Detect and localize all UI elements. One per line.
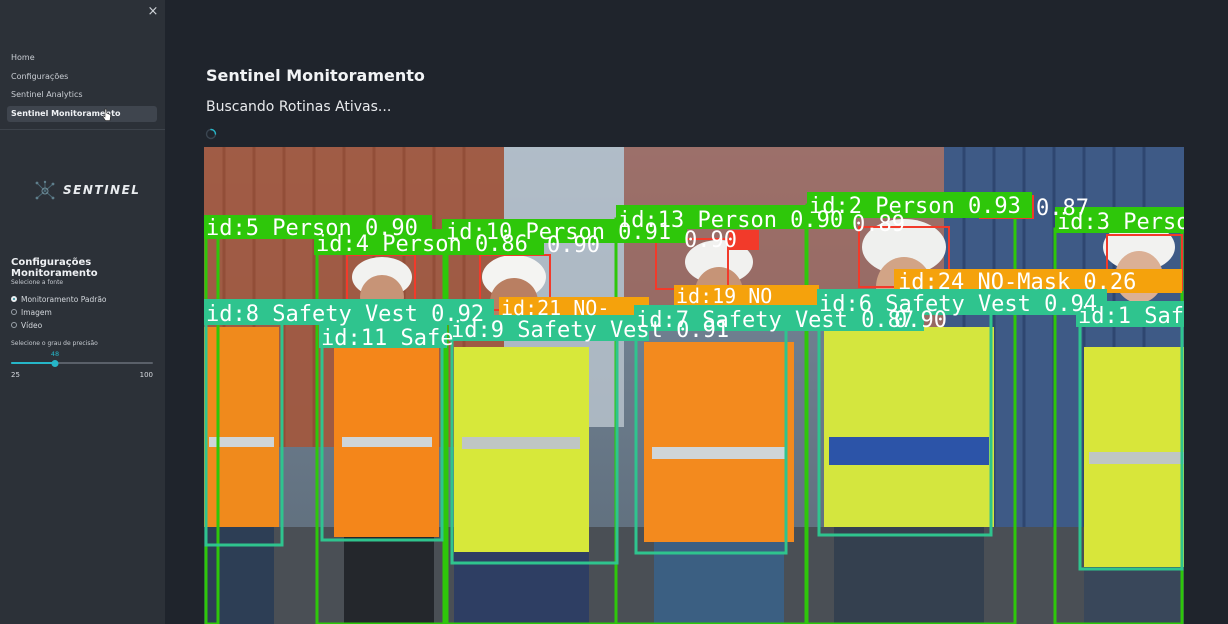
- mouse-pointer-icon: [102, 108, 111, 121]
- label-score-5: 0.90: [894, 308, 947, 333]
- sidebar-nav: Home Configurações Sentinel Analytics Se…: [7, 50, 157, 124]
- slider-value: 48: [50, 350, 60, 358]
- source-label: Selecione a fonte: [11, 279, 64, 286]
- page-title: Sentinel Monitoramento: [206, 66, 425, 85]
- status-text: Buscando Rotinas Ativas...: [206, 99, 392, 115]
- label-score-1: 0.90: [547, 233, 600, 258]
- label-id11-vest: id:11 Safe: [321, 326, 453, 351]
- radio-dot[interactable]: [11, 322, 17, 328]
- detection-frame: id:5 Person 0.90 id:10 Person 0.91 id:13…: [204, 147, 1184, 624]
- sentinel-logo: SENTINEL: [34, 180, 144, 202]
- label-id19-no: id:19 NO: [676, 284, 772, 308]
- worker-5: [204, 327, 279, 624]
- network-nodes-icon: [35, 180, 55, 200]
- nav-item-configuracoes[interactable]: Configurações: [7, 69, 157, 85]
- slider-max-label: 100: [139, 371, 153, 379]
- label-id21-no: id:21 NO-: [501, 296, 609, 320]
- radio-dot[interactable]: [11, 296, 17, 302]
- precision-label: Selecione o grau de precisão: [11, 340, 98, 347]
- radio-video[interactable]: Vídeo: [11, 320, 107, 333]
- slider-min-label: 25: [11, 371, 20, 379]
- slider-thumb[interactable]: [51, 359, 59, 367]
- nav-item-sentinel-monitoramento[interactable]: Sentinel Monitoramento: [7, 105, 157, 122]
- app-window: × Home Configurações Sentinel Analytics …: [0, 0, 1228, 624]
- label-score-2: 0.90: [684, 228, 737, 253]
- precision-slider[interactable]: 48 25 100: [11, 350, 153, 380]
- config-section-title: Configurações Monitoramento: [11, 257, 98, 279]
- radio-monitoramento-padrao[interactable]: Monitoramento Padrão: [11, 294, 107, 307]
- radio-imagem[interactable]: Imagem: [11, 307, 107, 320]
- main-content: Sentinel Monitoramento Buscando Rotinas …: [165, 0, 1228, 624]
- radio-label: Vídeo: [21, 321, 43, 330]
- label-id2-person: id:2 Person 0.93: [809, 194, 1021, 219]
- close-sidebar-button[interactable]: ×: [146, 5, 160, 19]
- label-id4-person: id:4 Person 0.86: [316, 232, 528, 257]
- nav-item-home[interactable]: Home: [7, 50, 157, 66]
- video-feed: id:5 Person 0.90 id:10 Person 0.91 id:13…: [204, 147, 1184, 624]
- label-score-3: 0.89: [852, 212, 905, 237]
- nav-item-sentinel-analytics[interactable]: Sentinel Analytics: [7, 87, 157, 103]
- label-id1-vest: id:1 Saf: [1078, 304, 1184, 329]
- label-score-4: 0.87: [1036, 196, 1089, 221]
- sidebar-divider: [0, 129, 165, 130]
- logo-text: SENTINEL: [63, 183, 141, 197]
- loading-spinner-icon: [205, 128, 217, 140]
- label-id7-vest: id:7 Safety Vest 0.87: [636, 308, 914, 333]
- sidebar: × Home Configurações Sentinel Analytics …: [0, 0, 165, 624]
- slider-track[interactable]: [11, 362, 153, 364]
- radio-label: Imagem: [21, 308, 52, 317]
- radio-dot[interactable]: [11, 309, 17, 315]
- source-radio-group: Monitoramento Padrão Imagem Vídeo: [11, 294, 107, 333]
- label-id8-vest: id:8 Safety Vest 0.92: [206, 302, 484, 327]
- radio-label: Monitoramento Padrão: [21, 295, 107, 304]
- slider-fill: [11, 362, 55, 364]
